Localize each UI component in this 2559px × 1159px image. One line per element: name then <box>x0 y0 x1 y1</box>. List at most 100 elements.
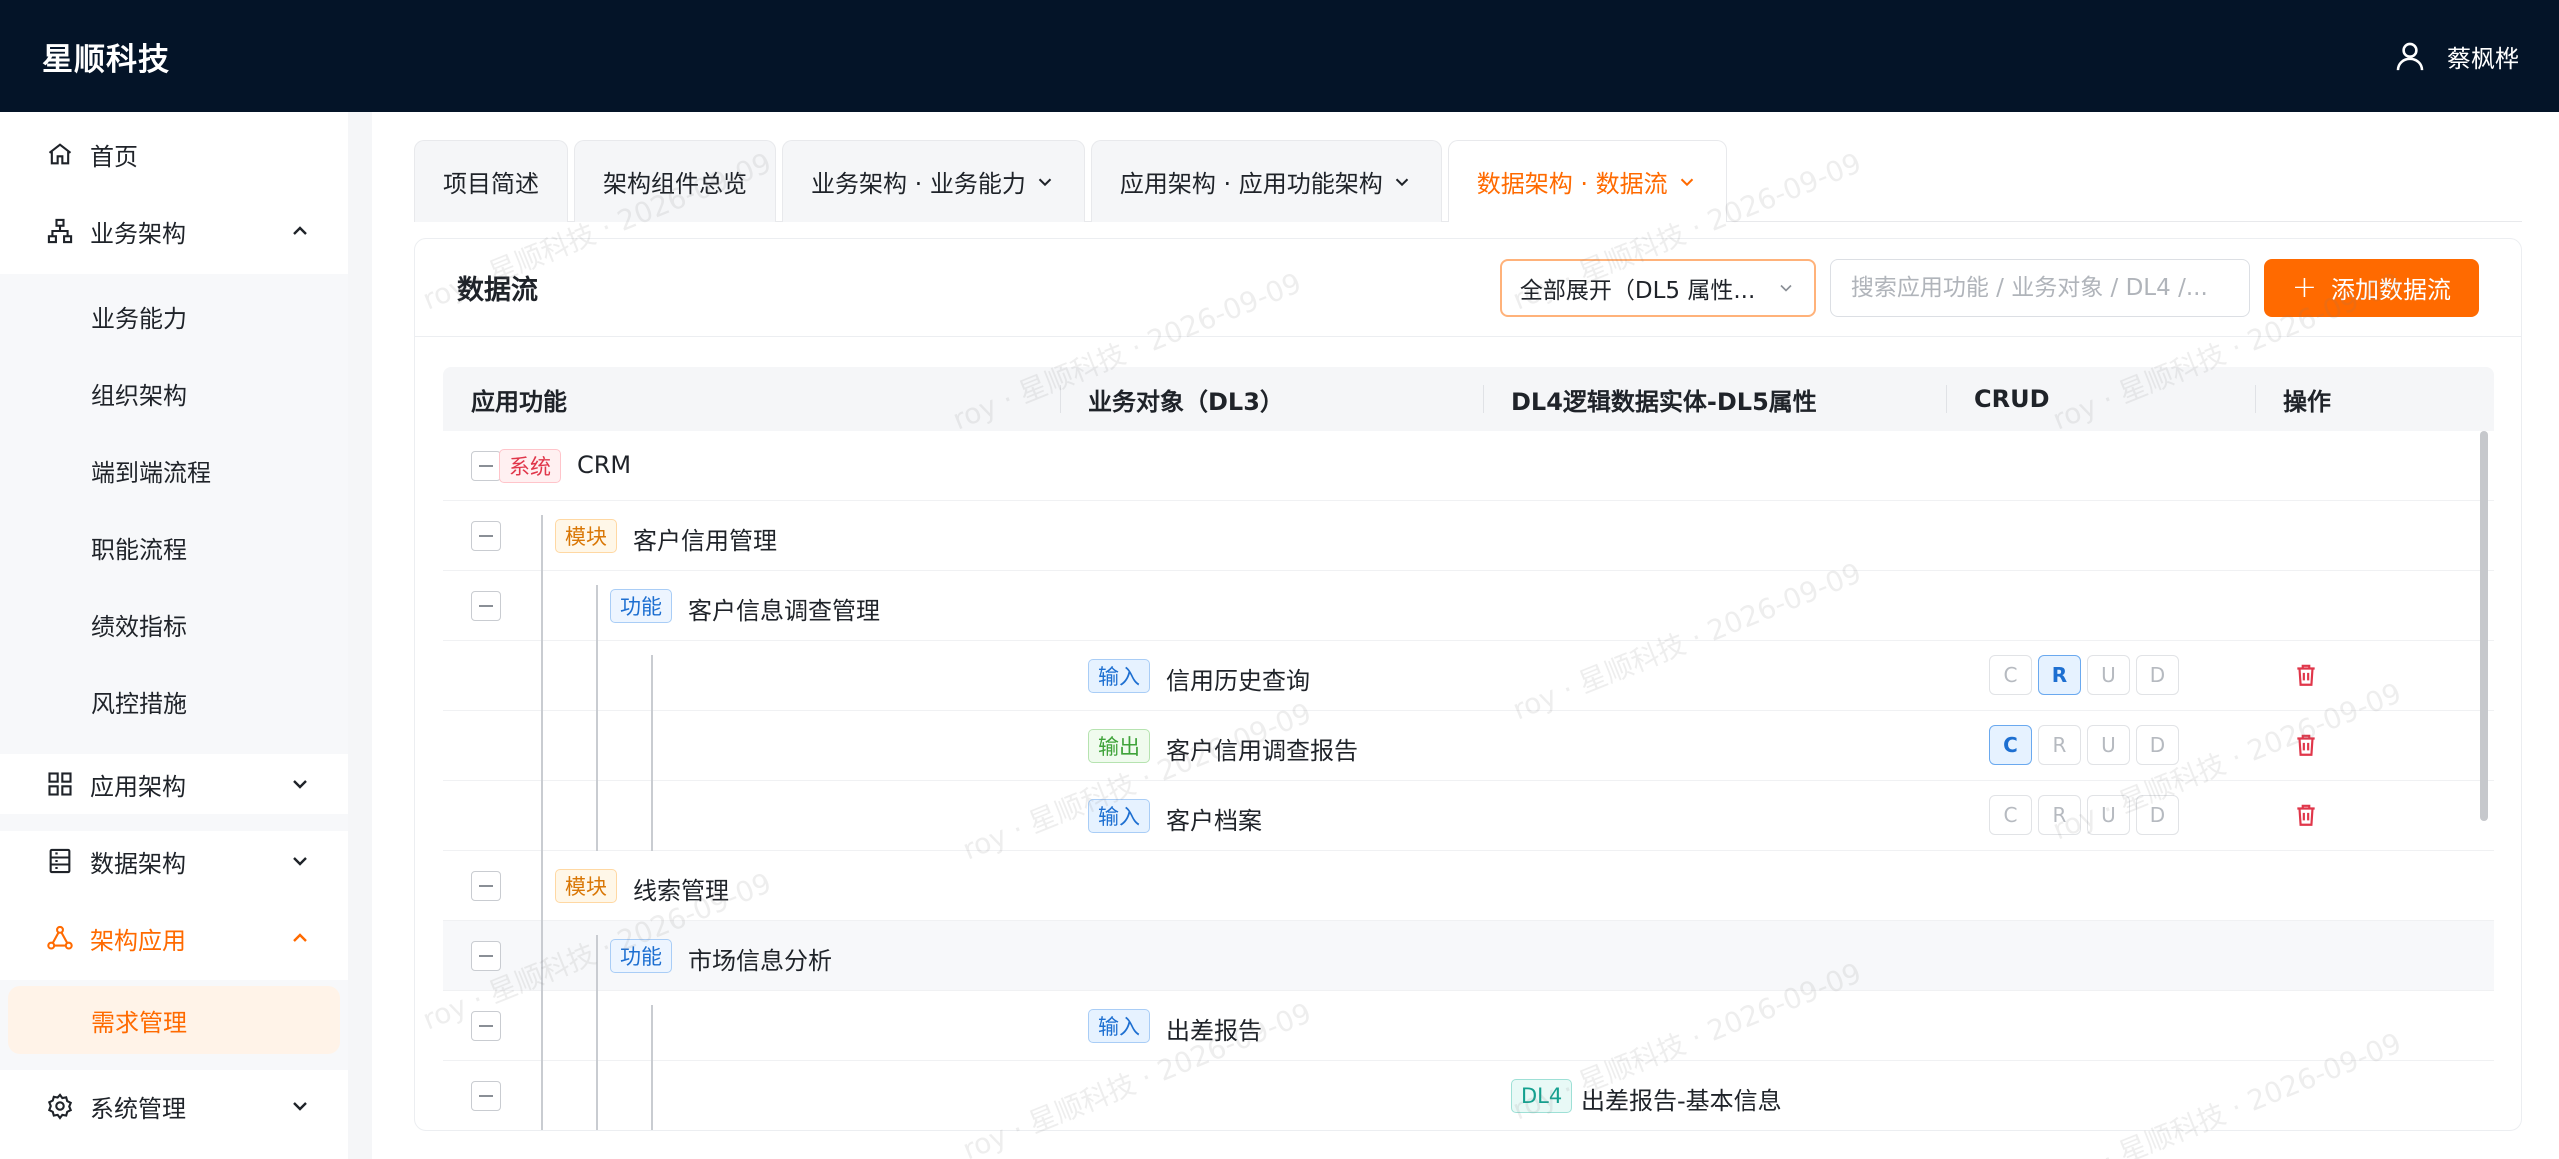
expand-level-select[interactable]: 全部展开（DL5 属性... <box>1499 258 1816 317</box>
type-tag: 输入 <box>1088 799 1150 833</box>
tab-label: 项目简述 <box>443 170 539 198</box>
sidebar-item-system-management[interactable]: 系统管理 <box>0 1076 348 1136</box>
table-row[interactable]: 输入 客户档案 C R U D <box>443 781 2494 851</box>
org-icon <box>46 217 74 245</box>
collapse-toggle[interactable] <box>471 591 501 621</box>
crud-u-button[interactable]: U <box>2087 655 2130 695</box>
crud-r-button[interactable]: R <box>2038 655 2081 695</box>
chevron-down-icon <box>1680 178 1693 186</box>
home-icon <box>46 140 74 168</box>
row-label: 出差报告 <box>1166 1017 1262 1045</box>
table-row[interactable]: 功能 市场信息分析 <box>443 921 2494 991</box>
sidebar-subitem-e2e-process[interactable]: 端到端流程 <box>0 440 348 500</box>
type-tag: 模块 <box>555 869 617 903</box>
tree-guide-line <box>541 515 543 1130</box>
crud-c-button[interactable]: C <box>1989 655 2032 695</box>
collapse-toggle[interactable] <box>471 871 501 901</box>
sidebar-subitem-risk-control[interactable]: 风控措施 <box>0 671 348 731</box>
trash-icon[interactable] <box>2293 802 2319 830</box>
table-row[interactable]: 模块 客户信用管理 <box>443 501 2494 571</box>
collapse-toggle[interactable] <box>471 941 501 971</box>
chevron-down-icon <box>1038 178 1052 186</box>
sidebar-subitem-kpi[interactable]: 绩效指标 <box>0 594 348 654</box>
user-icon <box>2396 42 2424 71</box>
row-label: 客户信息调查管理 <box>688 597 880 625</box>
card-title: 数据流 <box>457 275 538 306</box>
sidebar-item-label: 架构应用 <box>90 926 186 955</box>
header-separator <box>1483 385 1484 413</box>
gear-icon <box>46 1092 74 1120</box>
chevron-down-icon <box>293 780 307 789</box>
tab-label: 架构组件总览 <box>603 170 747 198</box>
type-tag: 功能 <box>610 939 672 973</box>
row-label: CRM <box>577 451 632 479</box>
header-app-function: 应用功能 <box>471 387 567 416</box>
tab-application-function[interactable]: 应用架构 · 应用功能架构 <box>1090 140 1442 222</box>
tab-label: 业务架构 · 业务能力 <box>811 170 1026 198</box>
collapse-toggle[interactable] <box>471 521 501 551</box>
main-content: 项目简述 架构组件总览 业务架构 · 业务能力 应用架构 · 应用功能架构 数据… <box>372 112 2559 1159</box>
crud-d-button[interactable]: D <box>2136 655 2179 695</box>
table-row[interactable]: 输入 信用历史查询 C R U D <box>443 641 2494 711</box>
crud-d-button[interactable]: D <box>2136 725 2179 765</box>
row-label: 信用历史查询 <box>1166 667 1310 695</box>
collapse-toggle[interactable] <box>471 1011 501 1041</box>
tab-project-summary[interactable]: 项目简述 <box>414 140 568 222</box>
crud-u-button[interactable]: U <box>2087 795 2130 835</box>
table-row[interactable]: 系统 CRM <box>443 431 2494 501</box>
type-tag: 系统 <box>499 449 561 483</box>
tab-label: 应用架构 · 应用功能架构 <box>1119 170 1383 198</box>
crud-c-button[interactable]: C <box>1989 725 2032 765</box>
search-input[interactable] <box>1829 258 2250 317</box>
tab-component-overview[interactable]: 架构组件总览 <box>574 140 776 222</box>
header-separator <box>1946 385 1947 413</box>
crud-r-button[interactable]: R <box>2038 795 2081 835</box>
row-label: 客户信用管理 <box>633 527 777 555</box>
collapse-toggle[interactable] <box>471 451 501 481</box>
row-label: 客户档案 <box>1166 807 1262 835</box>
sidebar-subitem-organization[interactable]: 组织架构 <box>0 363 348 423</box>
table-row[interactable]: DL4 出差报告-基本信息 <box>443 1061 2494 1130</box>
user-menu[interactable]: 蔡枫桦 <box>2393 39 2519 74</box>
sidebar-item-architecture-application[interactable]: 架构应用 <box>0 908 348 968</box>
table-row[interactable]: 功能 客户信息调查管理 <box>443 571 2494 641</box>
sidebar-item-home[interactable]: 首页 <box>0 124 348 184</box>
type-tag: DL4 <box>1511 1079 1573 1113</box>
grid-icon <box>46 770 74 798</box>
table-row[interactable]: 输入 出差报告 <box>443 991 2494 1061</box>
plus-icon: + <box>2291 269 2317 305</box>
add-data-flow-button[interactable]: + 添加数据流 <box>2263 258 2479 317</box>
tab-business-capability[interactable]: 业务架构 · 业务能力 <box>782 140 1085 222</box>
sidebar-item-application-architecture[interactable]: 应用架构 <box>0 754 348 814</box>
trash-icon[interactable] <box>2293 732 2319 760</box>
top-bar: 星顺科技 蔡枫桦 <box>0 0 2559 112</box>
crud-u-button[interactable]: U <box>2087 725 2130 765</box>
table-row[interactable]: 输出 客户信用调查报告 C R U D <box>443 711 2494 781</box>
table-row[interactable]: 模块 线索管理 <box>443 851 2494 921</box>
type-tag: 模块 <box>555 519 617 553</box>
table-header: 应用功能 业务对象（DL3） DL4逻辑数据实体-DL5属性 CRUD 操作 <box>443 367 2494 431</box>
tree-guide-line <box>651 655 653 851</box>
sidebar-item-label: 业务架构 <box>90 219 186 248</box>
sidebar: 首页 业务架构 业务能力 组织架构 端到端流程 职能流程 绩效指标 风控措施 应… <box>0 112 348 1159</box>
vertical-scrollbar[interactable] <box>2480 431 2488 821</box>
crud-r-button[interactable]: R <box>2038 725 2081 765</box>
tree-guide-line <box>596 935 598 1130</box>
trash-icon[interactable] <box>2293 662 2319 690</box>
sidebar-subitem-requirements[interactable]: 需求管理 <box>8 986 340 1054</box>
chevron-down-icon <box>293 1102 307 1111</box>
sidebar-item-label: 系统管理 <box>90 1094 186 1123</box>
row-label: 出差报告-基本信息 <box>1581 1087 1782 1115</box>
collapse-toggle[interactable] <box>471 1081 501 1111</box>
data-flow-table: 应用功能 业务对象（DL3） DL4逻辑数据实体-DL5属性 CRUD 操作 系… <box>443 367 2494 1130</box>
crud-c-button[interactable]: C <box>1989 795 2032 835</box>
crud-d-button[interactable]: D <box>2136 795 2179 835</box>
crud-toggle-group: CRUD <box>1989 725 2179 765</box>
sidebar-subitem-function-process[interactable]: 职能流程 <box>0 517 348 577</box>
sidebar-item-business-architecture[interactable]: 业务架构 <box>0 201 348 261</box>
type-tag: 输出 <box>1088 729 1150 763</box>
sidebar-subitem-capability[interactable]: 业务能力 <box>0 286 348 346</box>
sidebar-item-data-architecture[interactable]: 数据架构 <box>0 831 348 891</box>
type-tag: 功能 <box>610 589 672 623</box>
tab-data-flow[interactable]: 数据架构 · 数据流 <box>1447 140 1727 222</box>
